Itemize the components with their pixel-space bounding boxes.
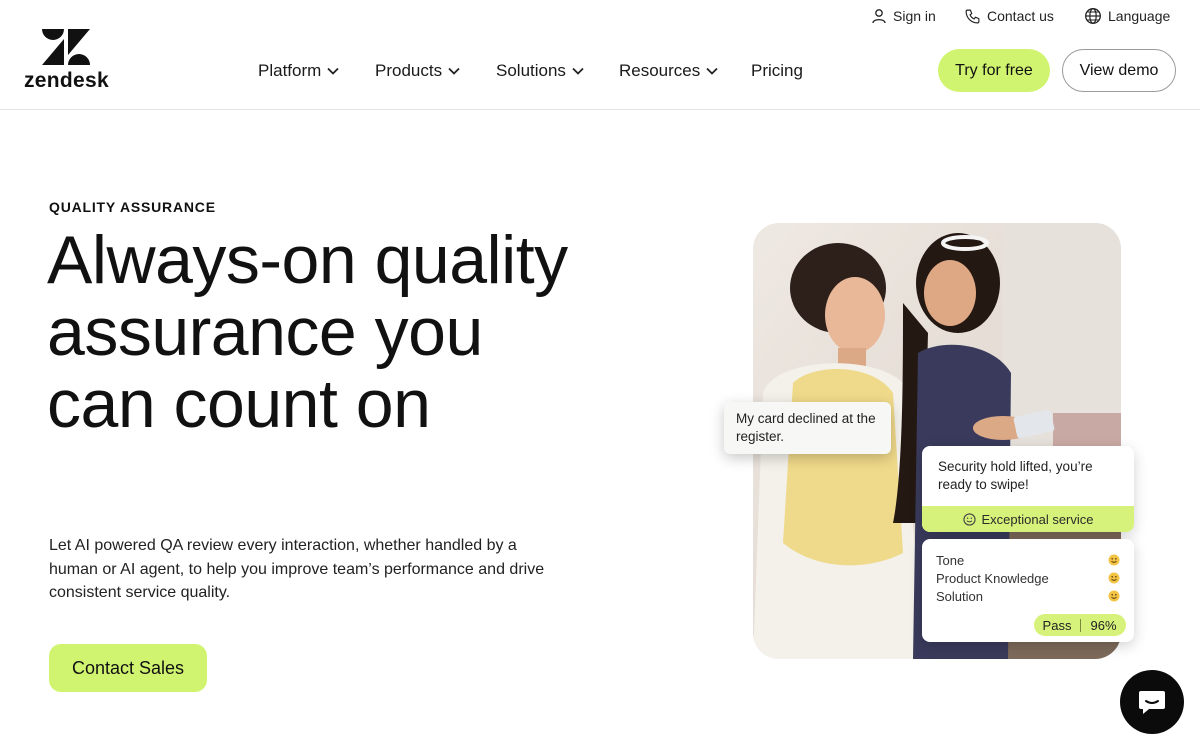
nav-item-resources[interactable]: Resources xyxy=(619,58,718,84)
phone-icon xyxy=(965,9,980,23)
smiley-icon xyxy=(1108,554,1120,566)
chat-bubble-icon xyxy=(1139,691,1165,714)
zendesk-logo-icon xyxy=(42,29,90,65)
agent-message: Security hold lifted, you’re ready to sw… xyxy=(938,459,1093,492)
qa-result-badge: Pass 96% xyxy=(1034,614,1126,636)
nav-item-platform[interactable]: Platform xyxy=(258,58,339,84)
nav-item-label: Products xyxy=(375,61,443,80)
customer-message-bubble: My card declined at the register. xyxy=(724,402,891,454)
contact-sales-button[interactable]: Contact Sales xyxy=(49,644,207,692)
nav-item-label: Solutions xyxy=(496,61,566,80)
score-label: Product Knowledge xyxy=(936,570,1049,586)
chevron-down-icon xyxy=(572,67,584,75)
smiley-icon xyxy=(1108,590,1120,602)
nav-item-pricing[interactable]: Pricing xyxy=(751,58,803,84)
chevron-down-icon xyxy=(327,67,339,75)
sign-in-label: Sign in xyxy=(893,8,936,24)
nav-item-label: Platform xyxy=(258,61,322,80)
result-score: 96% xyxy=(1090,617,1117,633)
smiley-icon xyxy=(962,512,976,526)
agent-reply-card: Security hold lifted, you’re ready to sw… xyxy=(922,446,1134,532)
language-selector[interactable]: Language xyxy=(1084,6,1170,26)
view-demo-button[interactable]: View demo xyxy=(1062,49,1176,92)
nav-item-label: Pricing xyxy=(751,61,803,80)
sign-in-link[interactable]: Sign in xyxy=(871,6,936,26)
language-label: Language xyxy=(1108,8,1171,24)
result-label: Pass xyxy=(1042,617,1072,633)
score-row-product-knowledge: Product Knowledge xyxy=(936,569,1120,587)
section-eyebrow: QUALITY ASSURANCE xyxy=(49,199,216,215)
nav-item-label: Resources xyxy=(619,61,701,80)
service-quality-tag: Exceptional service xyxy=(922,506,1134,532)
globe-icon xyxy=(1085,8,1101,24)
service-tag-label: Exceptional service xyxy=(981,511,1094,527)
qa-score-card: Tone Product Knowledge Solution Pass 96% xyxy=(922,539,1134,642)
smiley-icon xyxy=(1108,572,1120,584)
logo-wordmark: zendesk xyxy=(24,69,109,92)
score-label: Tone xyxy=(936,552,965,568)
contact-us-link[interactable]: Contact us xyxy=(964,6,1054,26)
user-icon xyxy=(872,9,886,24)
contact-us-label: Contact us xyxy=(987,8,1054,24)
nav-item-solutions[interactable]: Solutions xyxy=(496,58,584,84)
try-for-free-button[interactable]: Try for free xyxy=(938,49,1050,92)
nav-item-products[interactable]: Products xyxy=(375,58,460,84)
score-label: Solution xyxy=(936,588,983,604)
hero-description: Let AI powered QA review every interacti… xyxy=(49,537,545,601)
chevron-down-icon xyxy=(448,67,460,75)
site-header: zendesk Sign in Contact us Language Plat… xyxy=(0,0,1200,110)
zendesk-logo[interactable]: zendesk xyxy=(24,29,110,93)
chat-launcher-button[interactable] xyxy=(1120,670,1184,734)
score-row-solution: Solution xyxy=(936,587,1120,605)
score-row-tone: Tone xyxy=(936,551,1120,569)
hero-headline: Always-on quality assurance you can coun… xyxy=(47,222,568,442)
chevron-down-icon xyxy=(706,67,718,75)
